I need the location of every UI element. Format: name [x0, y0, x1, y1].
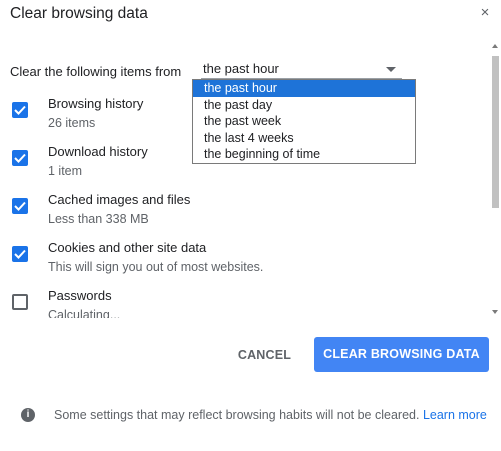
dropdown-option-past-hour[interactable]: the past hour — [193, 80, 415, 97]
footer-text: Some settings that may reflect browsing … — [54, 405, 494, 425]
checkmark-icon — [14, 249, 26, 259]
checkmark-icon — [14, 153, 26, 163]
cached-images-checkbox[interactable] — [12, 198, 28, 214]
passwords-checkbox[interactable] — [12, 294, 28, 310]
item-title: Browsing history — [48, 96, 144, 111]
divider — [0, 318, 501, 319]
dropdown-option-beginning-of-time[interactable]: the beginning of time — [193, 146, 415, 163]
item-subtitle: Less than 338 MB — [48, 212, 149, 226]
dropdown-option-past-week[interactable]: the past week — [193, 113, 415, 130]
scrollbar-thumb[interactable] — [492, 56, 499, 208]
scroll-down-icon[interactable] — [492, 310, 498, 314]
item-title: Cached images and files — [48, 192, 191, 207]
footer-message: Some settings that may reflect browsing … — [54, 408, 420, 422]
list-item-cached-images[interactable]: Cached images and files Less than 338 MB — [0, 192, 490, 236]
dialog-title: Clear browsing data — [10, 5, 148, 22]
scrollbar[interactable] — [490, 40, 501, 318]
item-title: Passwords — [48, 288, 112, 303]
item-subtitle: 26 items — [48, 116, 96, 130]
info-icon: i — [21, 408, 35, 422]
list-item-passwords[interactable]: Passwords Calculating... — [0, 288, 490, 318]
dropdown-option-last-4-weeks[interactable]: the last 4 weeks — [193, 130, 415, 147]
list-item-cookies[interactable]: Cookies and other site data This will si… — [0, 240, 490, 284]
cookies-checkbox[interactable] — [12, 246, 28, 262]
browsing-history-checkbox[interactable] — [12, 102, 28, 118]
item-subtitle: 1 item — [48, 164, 83, 178]
download-history-checkbox[interactable] — [12, 150, 28, 166]
checkmark-icon — [14, 105, 26, 115]
learn-more-link[interactable]: Learn more — [423, 408, 487, 422]
item-subtitle: This will sign you out of most websites. — [48, 260, 264, 274]
dropdown-option-past-day[interactable]: the past day — [193, 97, 415, 114]
time-range-dropdown: the past hour the past day the past week… — [192, 79, 416, 164]
item-title: Cookies and other site data — [48, 240, 207, 255]
footer-notice: i Some settings that may reflect browsin… — [0, 388, 501, 451]
item-subtitle: Calculating... — [48, 308, 121, 318]
checkmark-icon — [14, 201, 26, 211]
clear-browsing-data-button[interactable]: CLEAR BROWSING DATA — [314, 337, 489, 372]
item-title: Download history — [48, 144, 148, 159]
scroll-up-icon[interactable] — [492, 44, 498, 48]
cancel-button[interactable]: CANCEL — [229, 338, 300, 372]
close-icon[interactable]: × — [476, 4, 494, 22]
clear-browsing-data-dialog: Clear browsing data × Clear the followin… — [0, 0, 501, 451]
